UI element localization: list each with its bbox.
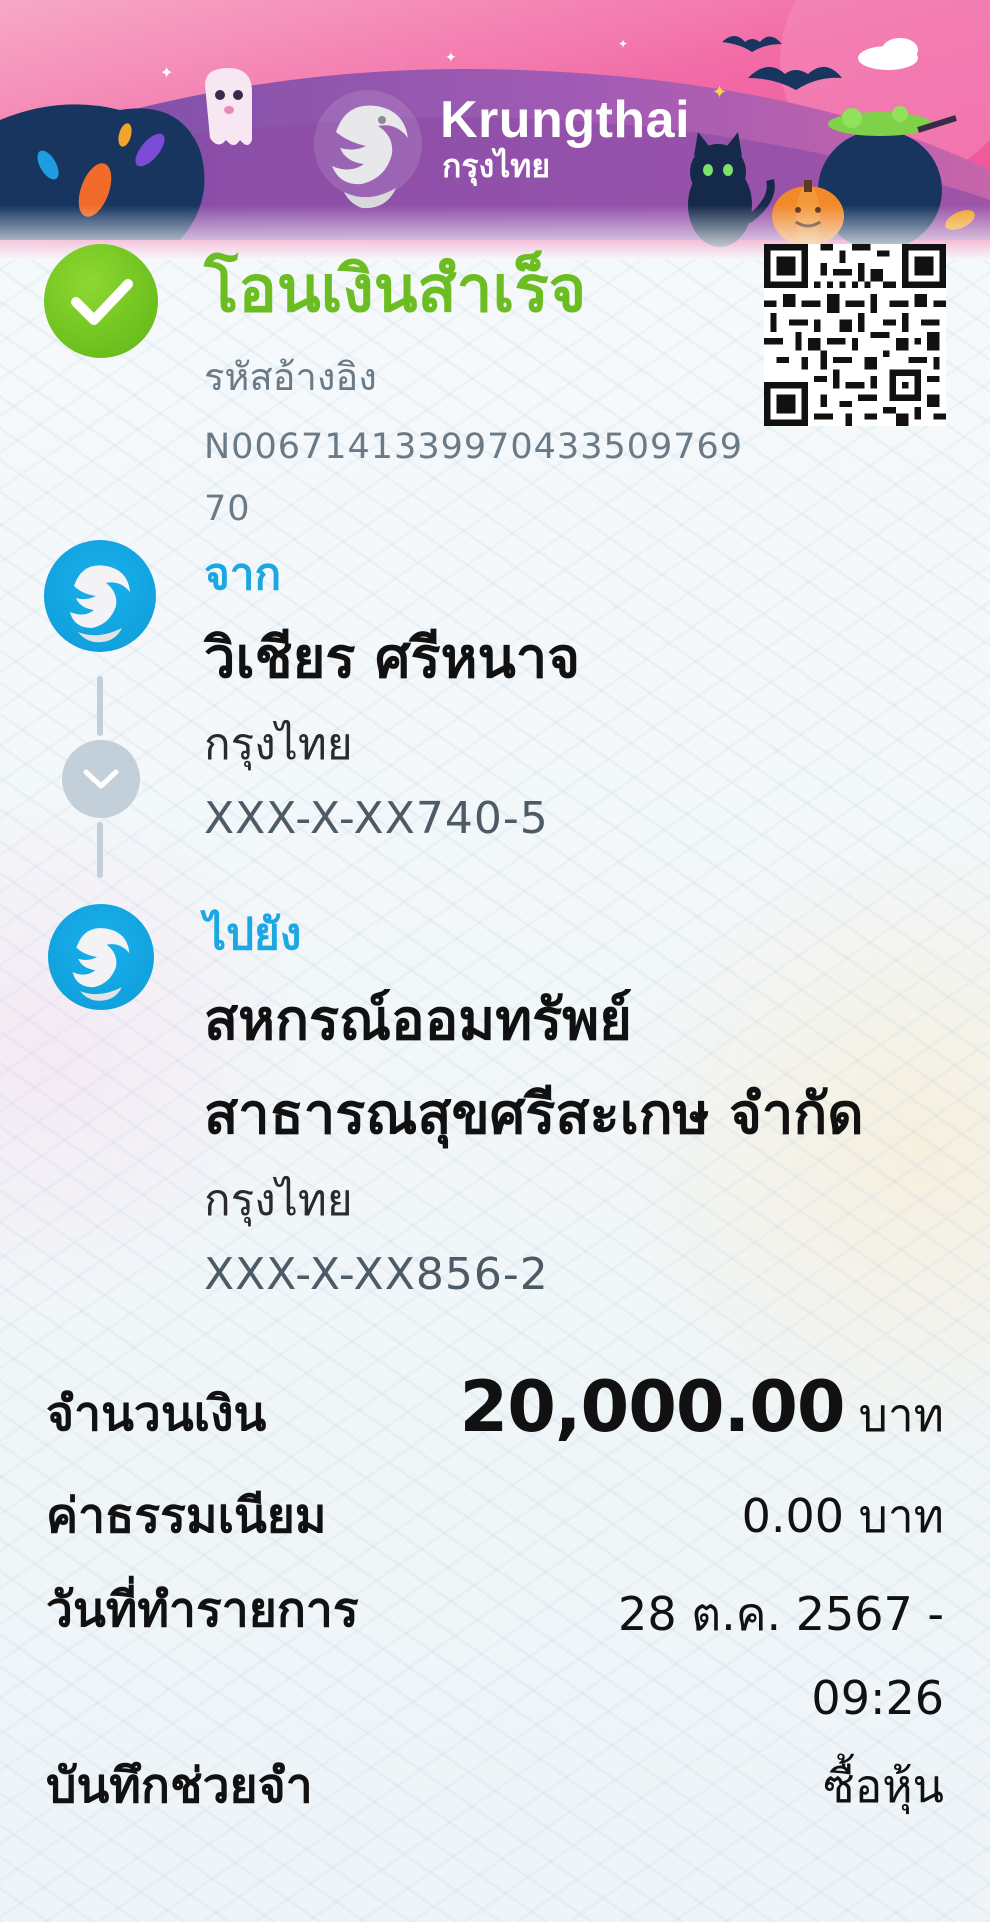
to-account-number: XXX-X-XX856-2 xyxy=(204,1249,549,1300)
success-check-icon xyxy=(44,244,158,358)
brand-name-th: กรุงไทย xyxy=(442,147,551,185)
chevron-down-icon xyxy=(83,769,119,789)
krungthai-bird-icon xyxy=(72,928,130,1001)
transfer-success-title: โอนเงินสำเร็จ xyxy=(204,253,587,327)
amount-value-group: 20,000.00 บาท xyxy=(460,1362,945,1460)
svg-text:✦: ✦ xyxy=(160,63,173,82)
from-account-name: วิเชียร ศรีหนาจ xyxy=(204,626,581,691)
to-account-name-line2: สาธารณสุขศรีสะเกษ จำกัด xyxy=(204,1082,864,1147)
svg-text:✦: ✦ xyxy=(712,82,727,103)
krungthai-bird-icon xyxy=(70,565,130,643)
connector-line-top xyxy=(97,676,103,736)
amount-unit: บาท xyxy=(858,1388,944,1442)
from-account-number: XXX-X-XX740-5 xyxy=(204,793,549,844)
from-label: จาก xyxy=(204,549,282,600)
transaction-datetime: 28 ต.ค. 2567 - 09:26 xyxy=(618,1587,944,1725)
to-account-name-line1: สหกรณ์ออมทรัพย์ xyxy=(204,988,632,1053)
qr-code-icon[interactable] xyxy=(764,244,946,426)
brand-logo-text: Krungthai กรุงไทย xyxy=(440,92,690,184)
to-bank-name: กรุงไทย xyxy=(204,1175,353,1226)
memo-value: ซื้อหุ้น xyxy=(823,1759,944,1813)
reference-label: รหัสอ้างอิง xyxy=(204,355,377,399)
svg-text:✦: ✦ xyxy=(618,37,628,51)
check-icon xyxy=(71,279,133,325)
date-label: วันที่ทำรายการ xyxy=(46,1582,359,1638)
memo-label: บันทึกช่วยจำ xyxy=(46,1758,313,1814)
amount-label: จำนวนเงิน xyxy=(46,1386,267,1442)
header-banner: ✦ ✦ ✦ ✦ Krungthai กรุงไทย xyxy=(0,0,990,260)
fee-value: 0.00 บาท xyxy=(741,1489,944,1543)
to-label: ไปยัง xyxy=(204,909,302,960)
to-bank-logo xyxy=(48,904,154,1010)
amount-value: 20,000.00 xyxy=(459,1366,846,1448)
transfer-direction-indicator xyxy=(62,740,140,818)
brand-name-en: Krungthai xyxy=(440,91,691,149)
from-bank-logo xyxy=(44,540,156,652)
fee-label: ค่าธรรมเนียม xyxy=(46,1488,327,1544)
reference-number: N0067141339970433509769 70 xyxy=(204,427,744,529)
connector-line-bottom xyxy=(97,822,103,878)
svg-text:✦: ✦ xyxy=(445,50,457,66)
from-bank-name: กรุงไทย xyxy=(204,719,353,770)
